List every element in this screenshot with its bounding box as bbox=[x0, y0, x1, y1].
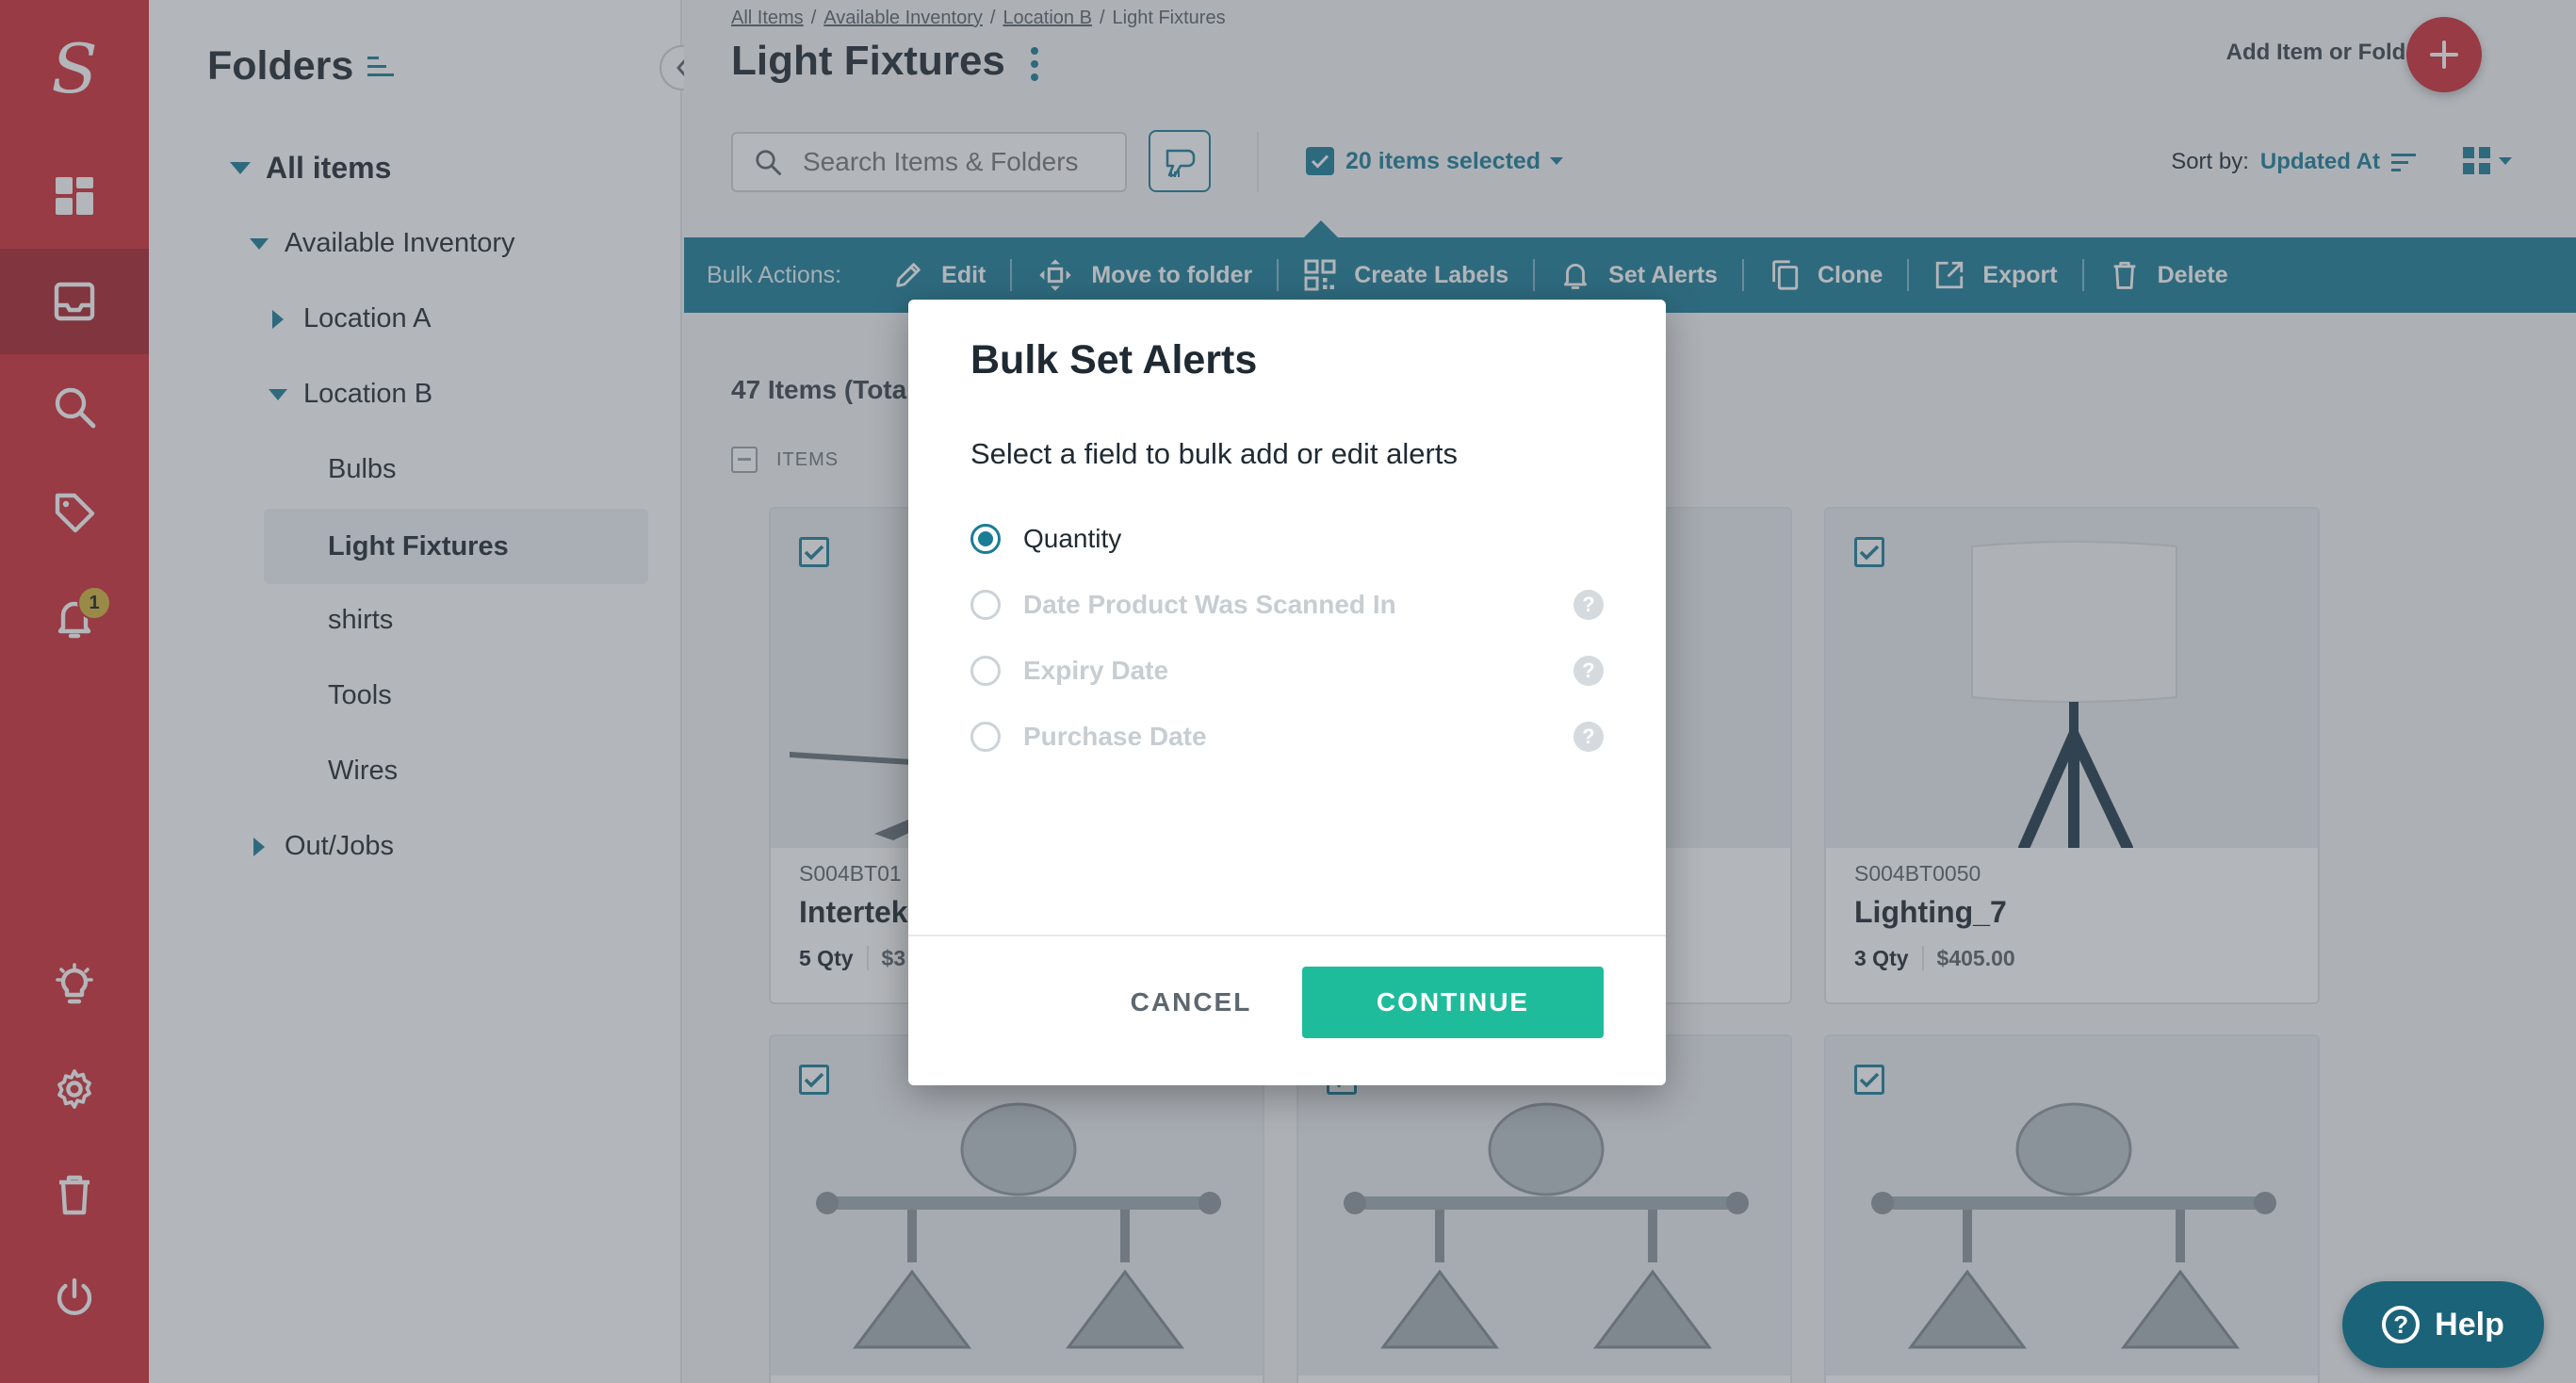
option-label: Quantity bbox=[1023, 524, 1122, 553]
option-label: Date Product Was Scanned In bbox=[1023, 590, 1396, 619]
option-label: Purchase Date bbox=[1023, 722, 1207, 751]
radio-empty-icon bbox=[970, 590, 1001, 620]
radio-selected-icon[interactable] bbox=[970, 524, 1001, 554]
option-expiry-date: Expiry Date ? bbox=[970, 656, 1604, 686]
option-label: Expiry Date bbox=[1023, 656, 1169, 685]
dialog-subtitle: Select a field to bulk add or edit alert… bbox=[970, 437, 1458, 470]
help-button[interactable]: ? Help bbox=[2342, 1281, 2544, 1368]
help-icon[interactable]: ? bbox=[1573, 656, 1604, 686]
radio-empty-icon bbox=[970, 656, 1001, 686]
help-icon[interactable]: ? bbox=[1573, 722, 1604, 752]
bulk-set-alerts-dialog: Bulk Set Alerts Select a field to bulk a… bbox=[908, 300, 1666, 1085]
option-date-scanned-in: Date Product Was Scanned In ? bbox=[970, 590, 1604, 620]
help-label: Help bbox=[2435, 1306, 2504, 1342]
continue-button[interactable]: CONTINUE bbox=[1302, 967, 1604, 1038]
help-icon[interactable]: ? bbox=[1573, 590, 1604, 620]
radio-empty-icon bbox=[970, 722, 1001, 752]
question-icon: ? bbox=[2382, 1306, 2421, 1343]
option-quantity[interactable]: Quantity bbox=[970, 524, 1604, 554]
cancel-button[interactable]: CANCEL bbox=[1097, 967, 1285, 1038]
dialog-title: Bulk Set Alerts bbox=[970, 337, 1258, 382]
option-purchase-date: Purchase Date ? bbox=[970, 722, 1604, 752]
dialog-divider bbox=[908, 935, 1666, 936]
